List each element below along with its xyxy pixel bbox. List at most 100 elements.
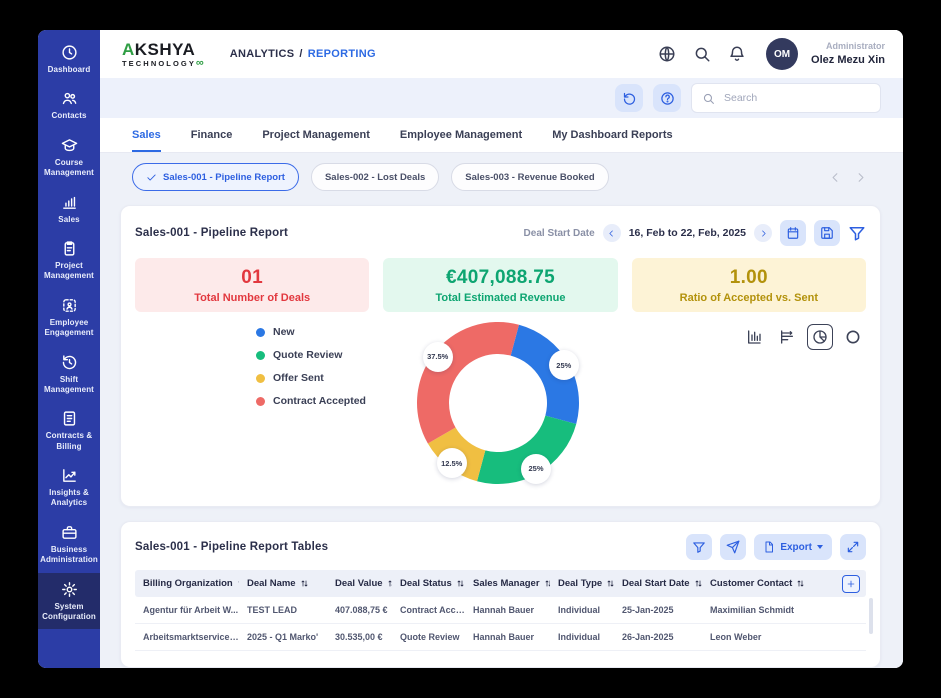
table-filter-button[interactable] xyxy=(686,534,712,560)
search-input[interactable] xyxy=(722,91,870,105)
kpi-value: 1.00 xyxy=(730,267,768,289)
date-next-button[interactable] xyxy=(754,224,772,242)
column-header-sales-manager[interactable]: Sales Manager xyxy=(465,578,550,589)
sidebar-item-label: Sales xyxy=(58,215,79,225)
table-cell: 25-Jan-2025 xyxy=(614,605,702,615)
tab-employee-management[interactable]: Employee Management xyxy=(400,118,522,152)
legend-dot xyxy=(256,374,265,383)
chevron-right-icon[interactable] xyxy=(854,171,867,184)
column-header-deal-name[interactable]: Deal Name xyxy=(239,578,327,589)
column-header-deal-start-date[interactable]: Deal Start Date xyxy=(614,578,702,589)
help-button[interactable] xyxy=(653,84,681,112)
table-card: Sales-001 - Pipeline Report Tables Expor… xyxy=(120,521,881,668)
tab-finance[interactable]: Finance xyxy=(191,118,233,152)
date-prev-button[interactable] xyxy=(603,224,621,242)
table-cell: Hannah Bauer xyxy=(465,605,550,615)
pill-label: Sales-002 - Lost Deals xyxy=(325,172,425,183)
donut-segment-contract-accepted[interactable] xyxy=(417,322,519,444)
sort-icon xyxy=(796,579,805,588)
avatar[interactable]: OM xyxy=(766,38,798,70)
legend-dot xyxy=(256,351,265,360)
insights-icon xyxy=(61,467,78,484)
legend-item-new: New xyxy=(256,326,366,338)
share-button[interactable] xyxy=(720,534,746,560)
table-cell: 2025 - Q1 Marko' xyxy=(239,632,327,642)
column-header-deal-value[interactable]: Deal Value xyxy=(327,578,392,589)
sidebar-item-employee-engagement[interactable]: Employee Engagement xyxy=(38,289,100,346)
refresh-button[interactable] xyxy=(615,84,643,112)
legend-dot xyxy=(256,328,265,337)
column-label: Deal Name xyxy=(247,578,296,589)
chart-type-pie-button[interactable] xyxy=(807,324,833,350)
calendar-button[interactable] xyxy=(780,220,806,246)
sidebar: DashboardContacts Course Management Sales P… xyxy=(38,30,100,668)
expand-button[interactable] xyxy=(840,534,866,560)
search-icon[interactable] xyxy=(693,45,711,63)
column-header-deal-type[interactable]: Deal Type xyxy=(550,578,614,589)
bar-chart-icon xyxy=(746,329,762,345)
export-button[interactable]: Export xyxy=(754,534,832,560)
bell-icon[interactable] xyxy=(728,45,746,63)
app-window: DashboardContacts Course Management Sales P… xyxy=(38,30,903,668)
chevron-left-icon[interactable] xyxy=(829,171,842,184)
sidebar-item-project-management[interactable]: Project Management xyxy=(38,232,100,289)
report-pills-row: Sales-001 - Pipeline Report Sales-002 - L… xyxy=(100,153,903,193)
table-scrollbar[interactable] xyxy=(869,598,873,634)
table-cell: Maximilian Schmidt xyxy=(702,605,836,615)
kpi-label: Total Estimated Revenue xyxy=(435,292,565,304)
legend-label: New xyxy=(273,326,295,338)
contacts-icon xyxy=(61,90,78,107)
tab-my-dashboard-reports[interactable]: My Dashboard Reports xyxy=(552,118,672,152)
contracts-icon xyxy=(61,410,78,427)
report-pill-sales-001-pipeline-report[interactable]: Sales-001 - Pipeline Report xyxy=(132,163,299,191)
filter-icon[interactable] xyxy=(848,224,866,242)
date-controls: Deal Start Date 16, Feb to 22, Feb, 2025 xyxy=(524,220,866,246)
globe-icon[interactable] xyxy=(658,45,676,63)
module-tabs-strip: Sales Finance Project Management Employee M… xyxy=(100,118,903,153)
breadcrumb-section[interactable]: ANALYTICS xyxy=(230,48,295,60)
save-button[interactable] xyxy=(814,220,840,246)
sidebar-item-sales[interactable]: Sales xyxy=(38,186,100,232)
sidebar-item-label: System Configuration xyxy=(40,602,98,623)
report-pill-sales-002-lost-deals[interactable]: Sales-002 - Lost Deals xyxy=(311,163,439,191)
tab-project-management[interactable]: Project Management xyxy=(262,118,370,152)
sidebar-item-insights-analytics[interactable]: Insights & Analytics xyxy=(38,459,100,516)
sidebar-item-label: Course Management xyxy=(40,158,98,179)
breadcrumb-current[interactable]: REPORTING xyxy=(308,48,376,60)
chart-legend: NewQuote ReviewOffer SentContract Accept… xyxy=(256,326,366,407)
table-header-row: Billing OrganizationDeal NameDeal ValueD… xyxy=(135,570,866,597)
search-icon xyxy=(702,92,715,105)
table-cell: 26-Jan-2025 xyxy=(614,632,702,642)
chart-type-hbar-button[interactable] xyxy=(774,324,800,350)
sidebar-item-label: Shift Management xyxy=(40,375,98,396)
column-header-deal-status[interactable]: Deal Status xyxy=(392,578,465,589)
dashboard-clock-icon xyxy=(61,44,78,61)
sidebar-item-course-management[interactable]: Course Management xyxy=(38,129,100,186)
sidebar-item-shift-management[interactable]: Shift Management xyxy=(38,346,100,403)
table-row[interactable]: Agentur für Arbeit W...TEST LEAD407.088,… xyxy=(135,597,866,624)
search-box[interactable] xyxy=(691,83,881,113)
add-column-button[interactable] xyxy=(842,575,860,593)
sidebar-item-dashboard[interactable]: Dashboard xyxy=(38,36,100,82)
table-cell: Individual xyxy=(550,605,614,615)
sidebar-item-business-administration[interactable]: Business Administration xyxy=(38,516,100,573)
header-actions: OM Administrator Olez Mezu Xin xyxy=(658,38,885,70)
report-pill-sales-003-revenue-booked[interactable]: Sales-003 - Revenue Booked xyxy=(451,163,608,191)
column-header-billing-organization[interactable]: Billing Organization xyxy=(135,578,239,589)
column-header-customer-contact[interactable]: Customer Contact xyxy=(702,578,836,589)
pie-chart-icon xyxy=(812,329,828,345)
sidebar-item-system-configuration[interactable]: System Configuration xyxy=(38,573,100,630)
shift-icon xyxy=(61,354,78,371)
sort-icon xyxy=(606,579,614,588)
project-icon xyxy=(61,240,78,257)
brand-logo[interactable]: AKSHYA TECHNOLOGY∞ xyxy=(122,41,204,68)
sidebar-item-contacts[interactable]: Contacts xyxy=(38,82,100,128)
sidebar-item-label: Project Management xyxy=(40,261,98,282)
pills-pagination xyxy=(829,171,867,184)
send-icon xyxy=(726,540,740,554)
table-row[interactable]: Arbeitsmarktservice ...2025 - Q1 Marko'3… xyxy=(135,624,866,651)
chart-type-donut-button[interactable] xyxy=(840,324,866,350)
sidebar-item-contracts-billing[interactable]: Contracts & Billing xyxy=(38,402,100,459)
chart-type-bar-button[interactable] xyxy=(741,324,767,350)
tab-sales[interactable]: Sales xyxy=(132,118,161,152)
